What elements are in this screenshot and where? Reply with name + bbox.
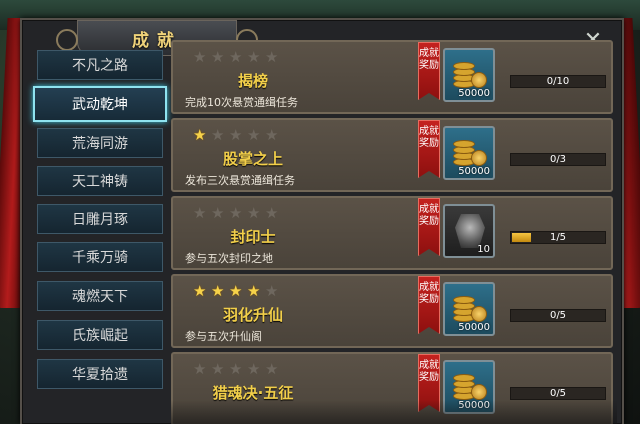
progress-bar: 0/5 bbox=[510, 387, 606, 400]
star-rating: ★ ★ ★ ★ ★ bbox=[193, 362, 280, 377]
sidebar-item-label: 不凡之路 bbox=[72, 58, 128, 74]
reward-item[interactable]: 50000 bbox=[443, 282, 495, 336]
sidebar-item-label: 氏族崛起 bbox=[72, 328, 128, 344]
achievement-name: 羽化升仙 bbox=[222, 306, 283, 324]
progress-bar: 1/5 bbox=[510, 231, 606, 244]
star-rating: ★ ★ ★ ★ ★ bbox=[193, 284, 280, 299]
star-icon: ★ bbox=[247, 48, 261, 66]
star-icon: ★ bbox=[265, 204, 279, 222]
achievement-description: 完成10次悬赏通缉任务 bbox=[185, 96, 298, 109]
sidebar-item-shizujueqi[interactable]: 氏族崛起 bbox=[37, 320, 163, 350]
achievement-list[interactable]: ★ ★ ★ ★ ★ 揭榜 完成10次悬赏通缉任务 成就 奖励 50000 0/10 ★ ★ ★… bbox=[171, 40, 617, 424]
star-icon: ★ bbox=[229, 360, 243, 378]
star-icon: ★ bbox=[247, 282, 261, 300]
star-icon: ★ bbox=[247, 360, 261, 378]
star-rating: ★ ★ ★ ★ ★ bbox=[193, 128, 280, 143]
progress-text: 0/5 bbox=[549, 388, 567, 399]
achievement-description: 参与五次升仙阁 bbox=[185, 330, 262, 343]
sidebar-item-label: 武动乾坤 bbox=[72, 97, 128, 113]
star-icon: ★ bbox=[247, 126, 261, 144]
reward-quantity: 50000 bbox=[458, 322, 490, 333]
star-rating: ★ ★ ★ ★ ★ bbox=[193, 50, 280, 65]
sidebar-item-label: 千乘万骑 bbox=[72, 250, 128, 266]
star-icon: ★ bbox=[247, 204, 261, 222]
achievement-name: 揭榜 bbox=[237, 72, 268, 90]
reward-item[interactable]: 10 bbox=[443, 204, 495, 258]
sidebar-item-tiangongshenzhu[interactable]: 天工神铸 bbox=[37, 166, 163, 196]
star-icon: ★ bbox=[265, 360, 279, 378]
star-icon: ★ bbox=[229, 282, 243, 300]
achievement-name: 股掌之上 bbox=[222, 150, 283, 168]
star-icon: ★ bbox=[211, 204, 225, 222]
sidebar-item-huaxiashiyi[interactable]: 华夏拾遗 bbox=[37, 359, 163, 389]
achievement-row: ★ ★ ★ ★ ★ 股掌之上 发布三次悬赏通缉任务 成就 奖励 50000 0/3 bbox=[171, 118, 613, 192]
star-icon: ★ bbox=[265, 126, 279, 144]
reward-quantity: 50000 bbox=[458, 166, 490, 177]
category-sidebar: 不凡之路 武动乾坤 荒海同游 天工神铸 日雕月琢 千乘万骑 魂燃天下 氏族崛起 … bbox=[33, 44, 169, 389]
sidebar-item-label: 日雕月琢 bbox=[72, 212, 128, 228]
achievement-row: ★ ★ ★ ★ ★ 封印士 参与五次封印之地 成就 奖励 10 1/5 bbox=[171, 196, 613, 270]
sidebar-item-hunrantianxia[interactable]: 魂燃天下 bbox=[37, 281, 163, 311]
star-icon: ★ bbox=[211, 126, 225, 144]
star-icon: ★ bbox=[211, 48, 225, 66]
progress-bar: 0/10 bbox=[510, 75, 606, 88]
reward-tag: 成就 奖励 bbox=[418, 198, 440, 256]
sidebar-item-wudongqiankun[interactable]: 武动乾坤 bbox=[33, 86, 167, 122]
reward-tag: 成就 奖励 bbox=[418, 120, 440, 178]
achievement-row: ★ ★ ★ ★ ★ 揭榜 完成10次悬赏通缉任务 成就 奖励 50000 0/10 bbox=[171, 40, 613, 114]
sidebar-item-label: 天工神铸 bbox=[72, 174, 128, 190]
achievement-description: 发布三次悬赏通缉任务 bbox=[185, 174, 295, 187]
progress-text: 0/10 bbox=[546, 76, 570, 87]
reward-item[interactable]: 50000 bbox=[443, 48, 495, 102]
reward-quantity: 10 bbox=[477, 244, 490, 255]
star-icon: ★ bbox=[265, 48, 279, 66]
sidebar-item-ridiaoyuezhuo[interactable]: 日雕月琢 bbox=[37, 204, 163, 234]
achievement-name: 封印士 bbox=[230, 228, 276, 246]
sidebar-item-bufanzhilu[interactable]: 不凡之路 bbox=[37, 50, 163, 80]
star-icon: ★ bbox=[193, 48, 207, 66]
star-icon: ★ bbox=[193, 360, 207, 378]
reward-tag: 成就 奖励 bbox=[418, 276, 440, 334]
progress-text: 1/5 bbox=[549, 232, 567, 243]
star-icon: ★ bbox=[193, 126, 207, 144]
progress-bar: 0/3 bbox=[510, 153, 606, 166]
sidebar-item-label: 华夏拾遗 bbox=[72, 367, 128, 383]
star-icon: ★ bbox=[193, 204, 207, 222]
star-icon: ★ bbox=[211, 360, 225, 378]
star-icon: ★ bbox=[211, 282, 225, 300]
star-rating: ★ ★ ★ ★ ★ bbox=[193, 206, 280, 221]
armor-icon bbox=[455, 214, 485, 248]
sidebar-item-label: 魂燃天下 bbox=[72, 289, 128, 305]
progress-text: 0/5 bbox=[549, 310, 567, 321]
sidebar-item-label: 荒海同游 bbox=[72, 136, 128, 152]
star-icon: ★ bbox=[229, 126, 243, 144]
achievement-row: ★ ★ ★ ★ ★ 羽化升仙 参与五次升仙阁 成就 奖励 50000 0/5 bbox=[171, 274, 613, 348]
star-icon: ★ bbox=[265, 282, 279, 300]
star-icon: ★ bbox=[193, 282, 207, 300]
reward-item[interactable]: 50000 bbox=[443, 126, 495, 180]
sidebar-item-qianchengwanqi[interactable]: 千乘万骑 bbox=[37, 242, 163, 272]
reward-quantity: 50000 bbox=[458, 88, 490, 99]
progress-text: 0/3 bbox=[549, 154, 567, 165]
sidebar-item-huanghaitongyou[interactable]: 荒海同游 bbox=[37, 128, 163, 158]
achievement-description: 参与五次封印之地 bbox=[185, 252, 273, 265]
progress-bar: 0/5 bbox=[510, 309, 606, 322]
star-icon: ★ bbox=[229, 204, 243, 222]
list-bottom-fade bbox=[171, 400, 617, 424]
star-icon: ★ bbox=[229, 48, 243, 66]
reward-tag: 成就 奖励 bbox=[418, 42, 440, 100]
